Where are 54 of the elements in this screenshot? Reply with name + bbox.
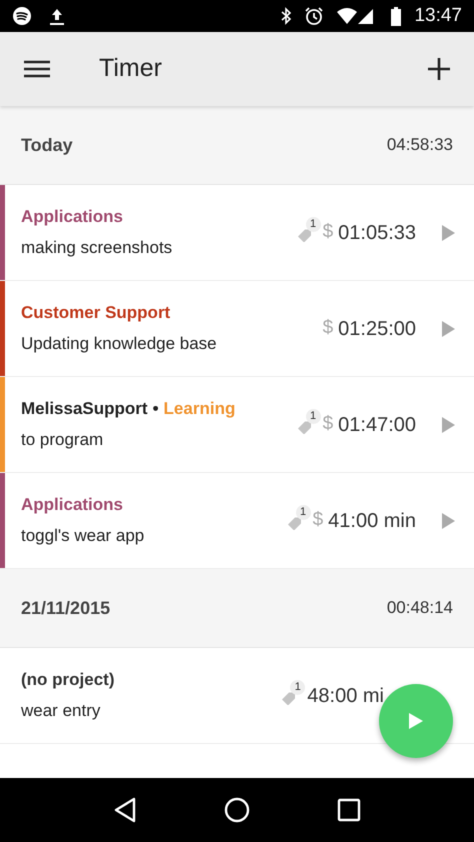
time-entry-row[interactable]: MelissaSupport • Learning to program 1 $ 01:47:00 — [0, 377, 474, 473]
signal-icon — [358, 7, 374, 25]
client-name: MelissaSupport — [21, 398, 148, 420]
section-date: 21/11/2015 — [21, 596, 110, 620]
entry-description: wear entry — [21, 700, 102, 722]
screen-title: Timer — [99, 53, 162, 84]
time-entry-row[interactable]: Customer Support Updating knowledge base $ 01:25:00 — [0, 281, 474, 377]
entry-description: toggl's wear app — [21, 525, 146, 547]
section-date: Today — [21, 134, 73, 157]
tag-icon — [286, 516, 302, 530]
entry-duration: 41:00 min — [328, 508, 416, 534]
tag-icon — [296, 420, 312, 434]
entry-description: to program — [21, 429, 104, 451]
recent-apps-icon[interactable] — [336, 798, 361, 822]
billable-sign: $ — [322, 316, 334, 340]
play-icon — [442, 512, 454, 528]
add-button[interactable] — [428, 58, 450, 80]
entry-description: making screenshots — [21, 237, 174, 259]
billable-sign: $ — [322, 220, 334, 244]
project-name: Learning — [164, 398, 236, 420]
wifi-icon — [336, 7, 358, 25]
tag-count: 1 — [290, 680, 306, 694]
tag-count: 1 — [296, 504, 311, 520]
entry-duration: 01:47:00 — [338, 412, 416, 438]
tag-count: 1 — [306, 408, 321, 424]
section-total: 04:58:33 — [386, 134, 453, 156]
bluetooth-icon — [280, 7, 292, 25]
tag-icon — [281, 690, 296, 704]
alarm-clock-icon — [304, 6, 324, 26]
project-name: Applications — [21, 494, 124, 516]
project-name: (no project) — [21, 669, 114, 691]
section-total: 00:48:14 — [386, 597, 453, 620]
time-entry-row[interactable]: Applications toggl's wear app 1 $ 41:00 min — [0, 473, 474, 569]
tag-count: 1 — [306, 216, 321, 232]
billable-sign: $ — [322, 412, 334, 436]
project-name: Applications — [21, 206, 124, 228]
play-icon — [442, 224, 454, 240]
entry-duration: 01:25:00 — [338, 316, 416, 342]
entry-description: Updating knowledge base — [21, 333, 218, 355]
play-icon — [442, 320, 454, 336]
battery-icon — [390, 6, 402, 26]
music-app-icon — [12, 6, 32, 26]
entry-duration: 01:05:33 — [338, 220, 416, 246]
tag-icon — [296, 228, 312, 242]
play-icon — [408, 712, 424, 730]
separator-dot: • — [152, 398, 159, 420]
time-entry-row[interactable]: Applications making screenshots 1 $ 01:05:33 — [0, 185, 474, 281]
billable-sign: $ — [312, 508, 324, 532]
project-name: Customer Support — [21, 302, 170, 324]
entry-duration: 48:00 mi — [307, 684, 384, 708]
back-icon[interactable] — [113, 797, 138, 823]
clock-time: 13:47 — [414, 4, 462, 28]
play-icon — [442, 416, 454, 432]
home-icon[interactable] — [224, 797, 250, 823]
